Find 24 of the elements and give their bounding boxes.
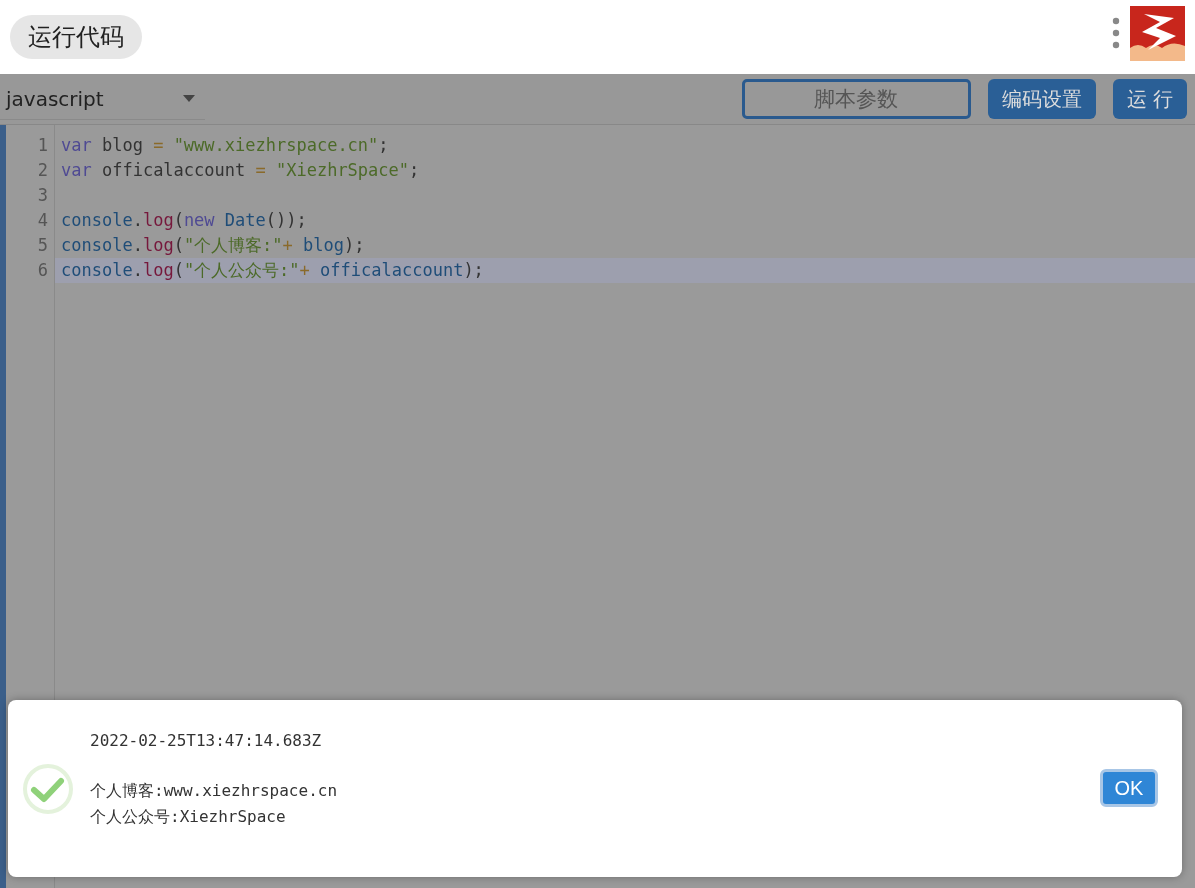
output-line: 2022-02-25T13:47:14.683Z: [90, 730, 323, 752]
line-number: 6: [36, 259, 49, 282]
line-number: 1: [36, 134, 49, 157]
line-number: 2: [36, 159, 49, 182]
code-line: console.log("个人公众号:"+ officalaccount);: [61, 260, 484, 280]
script-args-field[interactable]: 脚本参数: [741, 79, 971, 119]
code-line: console.log(new Date());: [61, 210, 307, 230]
code-line: var officalaccount = "XiezhrSpace";: [61, 160, 420, 180]
code-line: console.log("个人博客:"+ blog);: [61, 235, 365, 255]
app-logo-icon: [1130, 5, 1185, 61]
line-number: 3: [36, 184, 49, 207]
ok-button[interactable]: OK: [1100, 769, 1158, 807]
success-check-icon: [22, 763, 74, 815]
output-line: 个人博客:www.xiezhrspace.cn: [90, 780, 338, 802]
toolbar-button[interactable]: 运 行: [1112, 79, 1187, 119]
page-title: 运行代码: [10, 15, 142, 59]
language-select[interactable]: javascript: [0, 78, 205, 120]
line-number: 5: [36, 234, 49, 257]
output-line: 个人公众号:XiezhrSpace: [90, 806, 287, 828]
code-line: var blog = "www.xiezhrspace.cn";: [61, 135, 389, 155]
caret-icon: [183, 95, 195, 102]
more-menu-icon[interactable]: [1112, 17, 1120, 49]
line-number: 4: [36, 209, 49, 232]
toolbar-button[interactable]: 编码设置: [987, 79, 1096, 119]
